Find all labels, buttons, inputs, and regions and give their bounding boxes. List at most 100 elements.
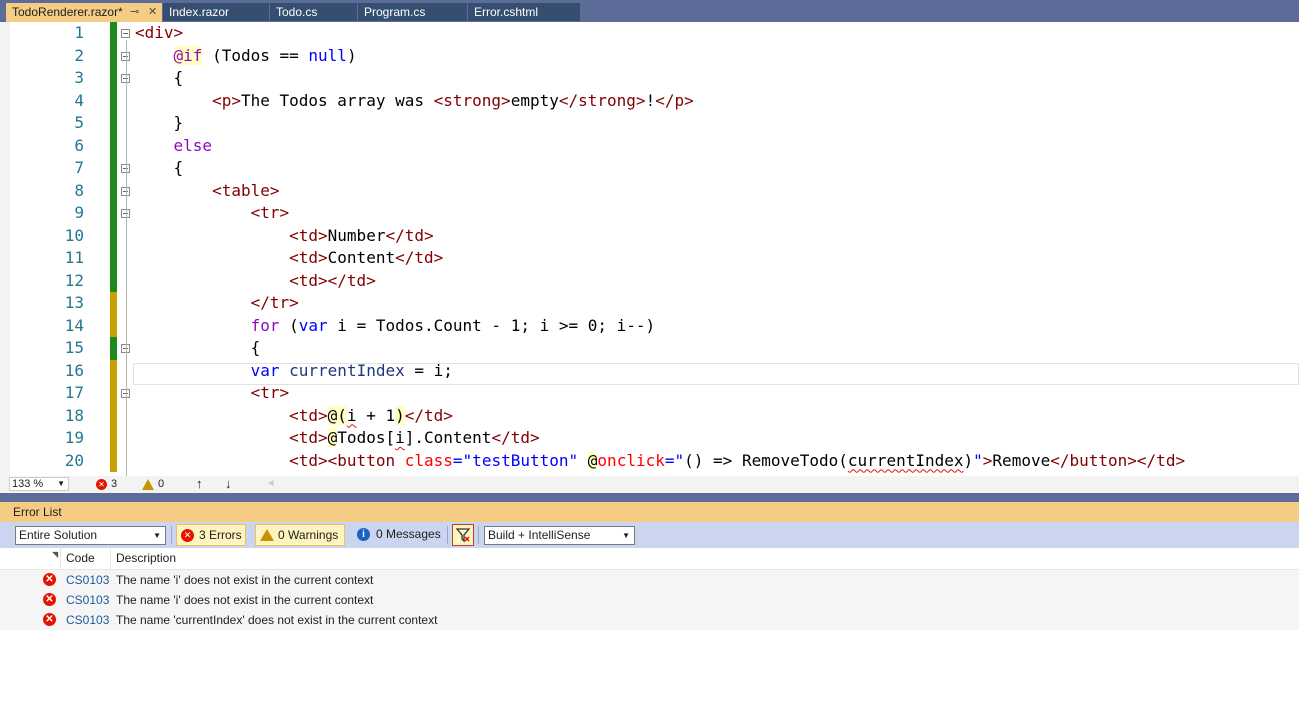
- error-squiggle[interactable]: i: [347, 406, 357, 425]
- code-line-7: {: [135, 158, 184, 177]
- change-marker: [110, 179, 117, 202]
- scope-value: Entire Solution: [19, 528, 98, 542]
- toolbar-separator: [447, 526, 448, 544]
- warning-count[interactable]: 0: [158, 478, 164, 490]
- line-number: 13: [64, 293, 84, 312]
- warning-icon: [260, 529, 274, 541]
- column-header-label: Code: [66, 551, 95, 565]
- error-description: The name 'i' does not exist in the curre…: [116, 593, 374, 607]
- scroll-left-icon[interactable]: ◂: [268, 476, 274, 489]
- column-header-label: Description: [116, 551, 177, 565]
- pin-icon[interactable]: ⊸: [130, 3, 139, 21]
- column-header-code[interactable]: Code: [60, 548, 116, 569]
- panel-title: Error List: [13, 505, 62, 519]
- line-number: 10: [64, 225, 84, 245]
- code-line-14: for (var i = Todos.Count - 1; i >= 0; i-…: [250, 315, 656, 335]
- scope-select[interactable]: Entire Solution ▼: [15, 526, 166, 545]
- code-editor[interactable]: 1 2 3 4 5 6 7 8 9 10 11 12 13 14 15 16 17 18 19 20 <div> @i…: [0, 22, 1299, 476]
- chevron-down-icon: ▼: [153, 531, 161, 540]
- error-code-link[interactable]: CS0103: [66, 590, 109, 610]
- change-marker: [110, 404, 117, 427]
- column-filter-icon[interactable]: ◥: [52, 550, 58, 559]
- line-number: 6: [74, 135, 84, 155]
- error-row[interactable]: ✕ CS0103 The name 'currentIndex' does no…: [10, 610, 1299, 630]
- change-marker: [110, 247, 117, 270]
- line-number: 9: [74, 203, 84, 222]
- errors-filter-button[interactable]: ✕ 3 Errors: [176, 524, 246, 546]
- code-line-5: }: [135, 113, 184, 132]
- code-line-17: <tr>: [250, 383, 290, 402]
- code-line-12: <td></td>: [289, 270, 376, 290]
- tab-todo-cs[interactable]: Todo.cs: [270, 3, 357, 21]
- warnings-filter-label: 0 Warnings: [278, 528, 339, 542]
- warning-icon[interactable]: [142, 479, 154, 490]
- errors-filter-label: 3 Errors: [199, 528, 242, 542]
- editor-status-bar: 133 % ▼ ✕ 3 0 ↑ ↓ ◂: [0, 476, 1299, 493]
- error-icon: ✕: [43, 613, 56, 626]
- indicator-margin: [0, 22, 10, 476]
- zoom-level-select[interactable]: 133 % ▼: [9, 477, 69, 491]
- line-number: 15: [64, 338, 84, 357]
- code-line-11: <td>Content</td>: [289, 248, 444, 267]
- error-squiggle[interactable]: currentIndex: [848, 451, 964, 470]
- error-code-link[interactable]: CS0103: [66, 570, 109, 590]
- zoom-level-value: 133 %: [12, 478, 44, 490]
- change-marker: [110, 157, 117, 180]
- code-line-10: <td>Number</td>: [289, 225, 434, 245]
- change-marker: [110, 269, 117, 292]
- tab-error-cshtml[interactable]: Error.cshtml: [468, 3, 580, 21]
- panel-splitter[interactable]: [0, 493, 1299, 502]
- line-number: 17: [64, 383, 84, 402]
- tab-program-cs[interactable]: Program.cs: [358, 3, 467, 21]
- change-marker: [110, 382, 117, 405]
- line-number-gutter: 1 2 3 4 5 6 7 8 9 10 11 12 13 14 15 16 17 18 19 20: [10, 22, 84, 476]
- document-tab-bar: TodoRenderer.razor* ⊸ ✕ Index.razor Todo…: [0, 0, 1299, 22]
- tab-index-razor[interactable]: Index.razor: [163, 3, 269, 21]
- tab-label: Program.cs: [364, 5, 426, 19]
- error-count[interactable]: 3: [111, 478, 117, 490]
- code-line-4: <p>The Todos array was <strong>empty</st…: [212, 90, 694, 110]
- error-list-toolbar: Entire Solution ▼ ✕ 3 Errors 0 Warnings …: [0, 522, 1299, 548]
- chevron-down-icon: ▼: [57, 479, 65, 488]
- warnings-filter-button[interactable]: 0 Warnings: [255, 524, 345, 546]
- line-number: 16: [64, 360, 84, 380]
- clear-filter-button[interactable]: [452, 524, 474, 546]
- previous-issue-icon[interactable]: ↑: [196, 476, 203, 491]
- error-list-header: ◥ Code Description: [0, 548, 1299, 570]
- tab-todorenderer-razor[interactable]: TodoRenderer.razor* ⊸ ✕: [6, 3, 162, 22]
- next-issue-icon[interactable]: ↓: [225, 476, 232, 491]
- line-number: 7: [74, 158, 84, 177]
- line-number: 3: [74, 68, 84, 87]
- change-marker: [110, 314, 117, 337]
- code-line-9: <tr>: [250, 203, 290, 222]
- line-number: 11: [64, 248, 84, 267]
- change-marker: [110, 427, 117, 450]
- change-marker: [110, 112, 117, 135]
- line-number: 2: [74, 45, 84, 65]
- error-row[interactable]: ✕ CS0103 The name 'i' does not exist in …: [10, 570, 1299, 590]
- line-number: 1: [74, 23, 84, 42]
- collapse-icon[interactable]: [121, 29, 130, 38]
- error-list-title-bar[interactable]: Error List: [0, 502, 1299, 522]
- error-row[interactable]: ✕ CS0103 The name 'i' does not exist in …: [10, 590, 1299, 610]
- change-marker: [110, 44, 117, 67]
- close-icon[interactable]: ✕: [148, 3, 157, 21]
- code-line-20: <td><button class="testButton" @onclick=…: [289, 450, 1186, 470]
- change-marker: [110, 337, 117, 360]
- tab-label: Index.razor: [169, 5, 230, 19]
- build-source-value: Build + IntelliSense: [488, 528, 591, 542]
- error-icon[interactable]: ✕: [96, 479, 107, 490]
- code-line-16: var currentIndex = i;: [250, 360, 453, 380]
- build-source-select[interactable]: Build + IntelliSense ▼: [484, 526, 635, 545]
- line-number: 18: [64, 405, 84, 425]
- line-number: 20: [64, 450, 84, 470]
- error-list-rows: ✕ CS0103 The name 'i' does not exist in …: [0, 570, 1299, 630]
- line-number: 4: [74, 90, 84, 110]
- error-code-link[interactable]: CS0103: [66, 610, 109, 630]
- outline-guide: [126, 40, 127, 476]
- change-marker: [110, 134, 117, 157]
- error-squiggle[interactable]: i: [395, 428, 405, 447]
- messages-filter-button[interactable]: i 0 Messages: [354, 524, 444, 546]
- column-header-description[interactable]: Description: [110, 548, 1296, 569]
- change-marker: [110, 89, 117, 112]
